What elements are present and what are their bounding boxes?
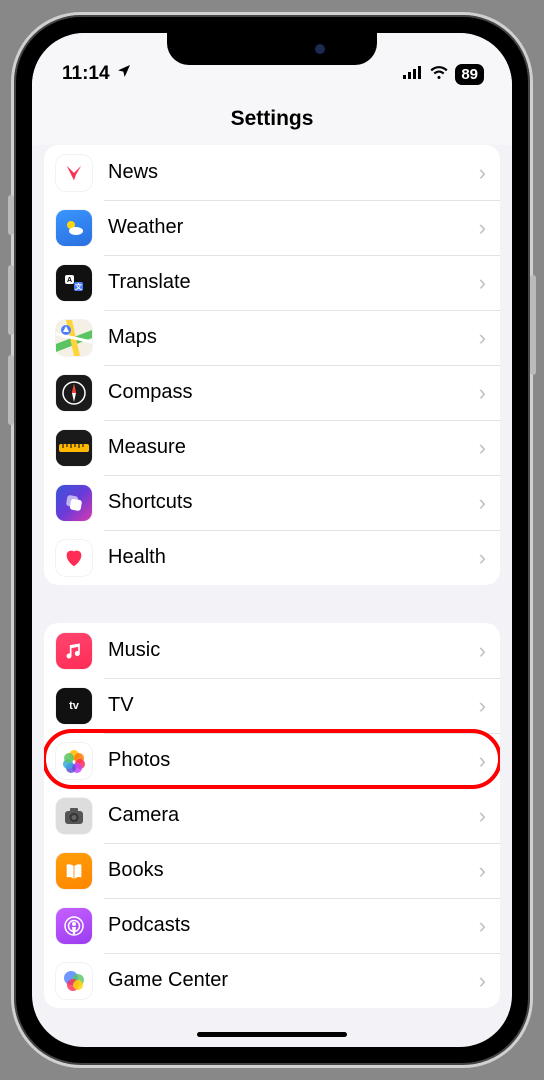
row-label: Weather [108, 216, 479, 239]
settings-row-tv[interactable]: tv TV › [44, 678, 500, 733]
settings-row-gamecenter[interactable]: Game Center › [44, 953, 500, 1008]
mute-switch [8, 195, 14, 235]
settings-row-books[interactable]: Books › [44, 843, 500, 898]
settings-row-photos[interactable]: Photos › [44, 733, 500, 788]
notch [167, 33, 377, 65]
status-right: 89 [403, 63, 484, 85]
books-icon [56, 853, 92, 889]
row-label: Photos [108, 749, 479, 772]
chevron-right-icon: › [479, 693, 486, 719]
battery-indicator: 89 [455, 64, 484, 85]
settings-row-news[interactable]: News › [44, 145, 500, 200]
chevron-right-icon: › [479, 380, 486, 406]
cellular-icon [403, 63, 423, 85]
chevron-right-icon: › [479, 325, 486, 351]
volume-up-button [8, 265, 14, 335]
news-icon [56, 155, 92, 191]
row-label: Books [108, 859, 479, 882]
wifi-icon [429, 63, 449, 85]
shortcuts-icon [56, 485, 92, 521]
svg-text:A: A [67, 277, 72, 284]
row-label: Health [108, 546, 479, 569]
health-icon [56, 540, 92, 576]
settings-row-weather[interactable]: Weather › [44, 200, 500, 255]
chevron-right-icon: › [479, 748, 486, 774]
home-indicator[interactable] [197, 1032, 347, 1037]
chevron-right-icon: › [479, 803, 486, 829]
maps-icon [56, 320, 92, 356]
settings-row-music[interactable]: Music › [44, 623, 500, 678]
row-label: Shortcuts [108, 491, 479, 514]
power-button [530, 275, 536, 375]
settings-row-podcasts[interactable]: Podcasts › [44, 898, 500, 953]
row-label: Translate [108, 271, 479, 294]
status-left: 11:14 [62, 63, 132, 85]
settings-row-measure[interactable]: Measure › [44, 420, 500, 475]
row-label: Game Center [108, 969, 479, 992]
settings-group: News › Weather › A文 Translate › [44, 145, 500, 585]
volume-down-button [8, 355, 14, 425]
chevron-right-icon: › [479, 270, 486, 296]
settings-list[interactable]: News › Weather › A文 Translate › [32, 145, 512, 1008]
settings-group: Music › tv TV › Photos › [44, 623, 500, 1008]
translate-icon: A文 [56, 265, 92, 301]
phone-frame: 11:14 89 Settings [11, 12, 533, 1068]
music-icon [56, 633, 92, 669]
chevron-right-icon: › [479, 160, 486, 186]
row-label: Maps [108, 326, 479, 349]
location-icon [116, 63, 132, 85]
settings-row-compass[interactable]: Compass › [44, 365, 500, 420]
row-label: Music [108, 639, 479, 662]
chevron-right-icon: › [479, 215, 486, 241]
settings-row-maps[interactable]: Maps › [44, 310, 500, 365]
settings-row-translate[interactable]: A文 Translate › [44, 255, 500, 310]
settings-row-camera[interactable]: Camera › [44, 788, 500, 843]
chevron-right-icon: › [479, 435, 486, 461]
weather-icon [56, 210, 92, 246]
chevron-right-icon: › [479, 968, 486, 994]
row-label: Compass [108, 381, 479, 404]
phone-screen: 11:14 89 Settings [32, 33, 512, 1047]
settings-row-health[interactable]: Health › [44, 530, 500, 585]
row-label: TV [108, 694, 479, 717]
chevron-right-icon: › [479, 638, 486, 664]
row-label: News [108, 161, 479, 184]
settings-row-shortcuts[interactable]: Shortcuts › [44, 475, 500, 530]
chevron-right-icon: › [479, 913, 486, 939]
row-label: Camera [108, 804, 479, 827]
photos-icon [56, 743, 92, 779]
compass-icon [56, 375, 92, 411]
chevron-right-icon: › [479, 545, 486, 571]
page-title: Settings [32, 91, 512, 145]
gamecenter-icon [56, 963, 92, 999]
row-label: Podcasts [108, 914, 479, 937]
podcasts-icon [56, 908, 92, 944]
measure-icon [56, 430, 92, 466]
row-label: Measure [108, 436, 479, 459]
tv-icon: tv [56, 688, 92, 724]
camera-icon [56, 798, 92, 834]
chevron-right-icon: › [479, 490, 486, 516]
chevron-right-icon: › [479, 858, 486, 884]
status-time: 11:14 [62, 63, 110, 85]
svg-text:文: 文 [75, 282, 83, 291]
